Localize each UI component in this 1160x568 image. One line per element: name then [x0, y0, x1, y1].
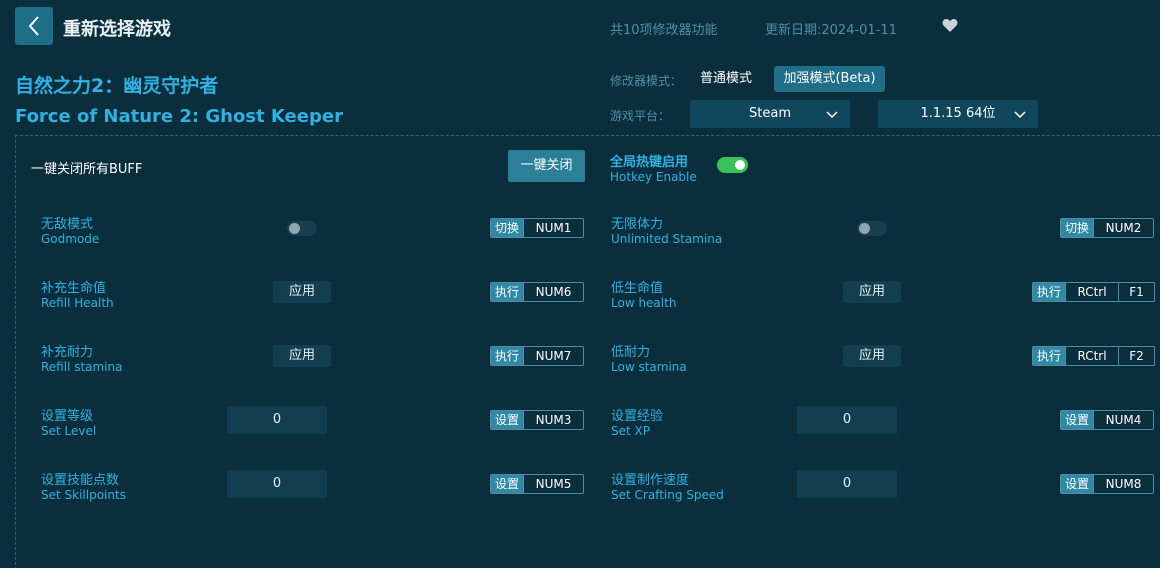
- refill-health-label-en: Refill Health: [41, 296, 114, 310]
- chevron-down-icon: [826, 111, 838, 119]
- heart-icon[interactable]: [942, 18, 958, 37]
- refill-health-label-cn: 补充生命值: [41, 281, 107, 296]
- hotkey-action: 切换: [491, 219, 524, 237]
- set-xp-input[interactable]: 0: [797, 406, 897, 434]
- set-skillpoints-input[interactable]: 0: [227, 470, 327, 498]
- refill-stamina-label-cn: 补充耐力: [41, 345, 94, 360]
- hotkey-key: NUM5: [523, 475, 583, 493]
- hotkey-key: F2: [1118, 347, 1154, 365]
- hotkey-action: 执行: [1033, 283, 1066, 301]
- hotkey-enable-label-cn: 全局热键启用: [610, 155, 689, 170]
- refill-health-apply-button[interactable]: 应用: [273, 281, 331, 303]
- godmode-toggle[interactable]: [287, 221, 317, 236]
- hotkey-action: 设置: [1061, 475, 1094, 493]
- version-value: 1.1.15 64位: [920, 106, 996, 121]
- hotkey-action: 切换: [1061, 219, 1094, 237]
- chevron-down-icon: [1014, 111, 1026, 119]
- low-health-apply-button[interactable]: 应用: [843, 281, 901, 303]
- low-stamina-apply-button[interactable]: 应用: [843, 345, 901, 367]
- low-health-label-en: Low health: [611, 296, 677, 310]
- hotkey-action: 设置: [1061, 411, 1094, 429]
- platform-label: 游戏平台：: [610, 109, 671, 123]
- mode-normal-button[interactable]: 普通模式: [690, 66, 762, 92]
- version-dropdown[interactable]: 1.1.15 64位: [878, 100, 1038, 128]
- refill-stamina-apply-button[interactable]: 应用: [273, 345, 331, 367]
- set-crafting-hotkey[interactable]: 设置 NUM8: [1060, 474, 1155, 494]
- hotkey-enable-toggle[interactable]: [717, 157, 748, 173]
- close-all-buff-button[interactable]: 一键关闭: [508, 150, 585, 182]
- set-skillpoints-label-cn: 设置技能点数: [41, 473, 120, 488]
- set-xp-label-cn: 设置经验: [611, 409, 664, 424]
- feature-count: 共10项修改器功能: [610, 23, 718, 38]
- hotkey-key: NUM2: [1093, 219, 1153, 237]
- hotkey-key: NUM1: [523, 219, 583, 237]
- set-xp-label-en: Set XP: [611, 424, 650, 438]
- refill-health-hotkey[interactable]: 执行 NUM6: [490, 282, 585, 302]
- refill-stamina-hotkey[interactable]: 执行 NUM7: [490, 346, 585, 366]
- godmode-hotkey[interactable]: 切换 NUM1: [490, 218, 585, 238]
- platform-dropdown[interactable]: Steam: [690, 100, 850, 128]
- page-title: 重新选择游戏: [63, 19, 171, 40]
- platform-value: Steam: [749, 106, 791, 121]
- cheat-panel: [15, 135, 1160, 568]
- set-level-input[interactable]: 0: [227, 406, 327, 434]
- hotkey-enable-label-en: Hotkey Enable: [610, 170, 697, 184]
- hotkey-key: NUM6: [523, 283, 583, 301]
- hotkey-key: NUM7: [523, 347, 583, 365]
- hotkey-action: 执行: [491, 283, 524, 301]
- hotkey-action: 设置: [491, 475, 524, 493]
- refill-stamina-label-en: Refill stamina: [41, 360, 123, 374]
- hotkey-key: NUM8: [1093, 475, 1153, 493]
- hotkey-key: NUM3: [523, 411, 583, 429]
- buff-label: 一键关闭所有BUFF: [31, 162, 143, 177]
- set-crafting-input[interactable]: 0: [797, 470, 897, 498]
- set-skillpoints-hotkey[interactable]: 设置 NUM5: [490, 474, 585, 494]
- hotkey-key: RCtrl: [1065, 347, 1118, 365]
- hotkey-action: 执行: [1033, 347, 1066, 365]
- chevron-left-icon: [28, 16, 39, 36]
- hotkey-key: RCtrl: [1065, 283, 1118, 301]
- godmode-label-en: Godmode: [41, 232, 100, 246]
- hotkey-action: 设置: [491, 411, 524, 429]
- back-button[interactable]: [15, 7, 53, 45]
- game-name-en: Force of Nature 2: Ghost Keeper: [15, 106, 343, 127]
- stamina-hotkey[interactable]: 切换 NUM2: [1060, 218, 1155, 238]
- mode-label: 修改器模式：: [610, 74, 683, 88]
- set-level-hotkey[interactable]: 设置 NUM3: [490, 410, 585, 430]
- low-health-label-cn: 低生命值: [611, 281, 664, 296]
- set-level-label-cn: 设置等级: [41, 409, 94, 424]
- low-stamina-label-en: Low stamina: [611, 360, 687, 374]
- set-crafting-label-en: Set Crafting Speed: [611, 488, 724, 502]
- godmode-label-cn: 无敌模式: [41, 217, 94, 232]
- game-name-cn: 自然之力2：幽灵守护者: [15, 75, 219, 97]
- hotkey-key: F1: [1118, 283, 1154, 301]
- set-xp-hotkey[interactable]: 设置 NUM4: [1060, 410, 1155, 430]
- stamina-label-en: Unlimited Stamina: [611, 232, 723, 246]
- update-date: 更新日期:2024-01-11: [765, 23, 897, 38]
- hotkey-action: 执行: [491, 347, 524, 365]
- set-level-label-en: Set Level: [41, 424, 97, 438]
- low-stamina-label-cn: 低耐力: [611, 345, 651, 360]
- set-crafting-label-cn: 设置制作速度: [611, 473, 690, 488]
- mode-beta-button[interactable]: 加强模式(Beta): [774, 66, 885, 92]
- hotkey-key: NUM4: [1093, 411, 1153, 429]
- stamina-toggle[interactable]: [857, 221, 887, 236]
- set-skillpoints-label-en: Set Skillpoints: [41, 488, 126, 502]
- low-health-hotkey[interactable]: 执行 RCtrl F1: [1032, 282, 1156, 302]
- low-stamina-hotkey[interactable]: 执行 RCtrl F2: [1032, 346, 1156, 366]
- stamina-label-cn: 无限体力: [611, 217, 664, 232]
